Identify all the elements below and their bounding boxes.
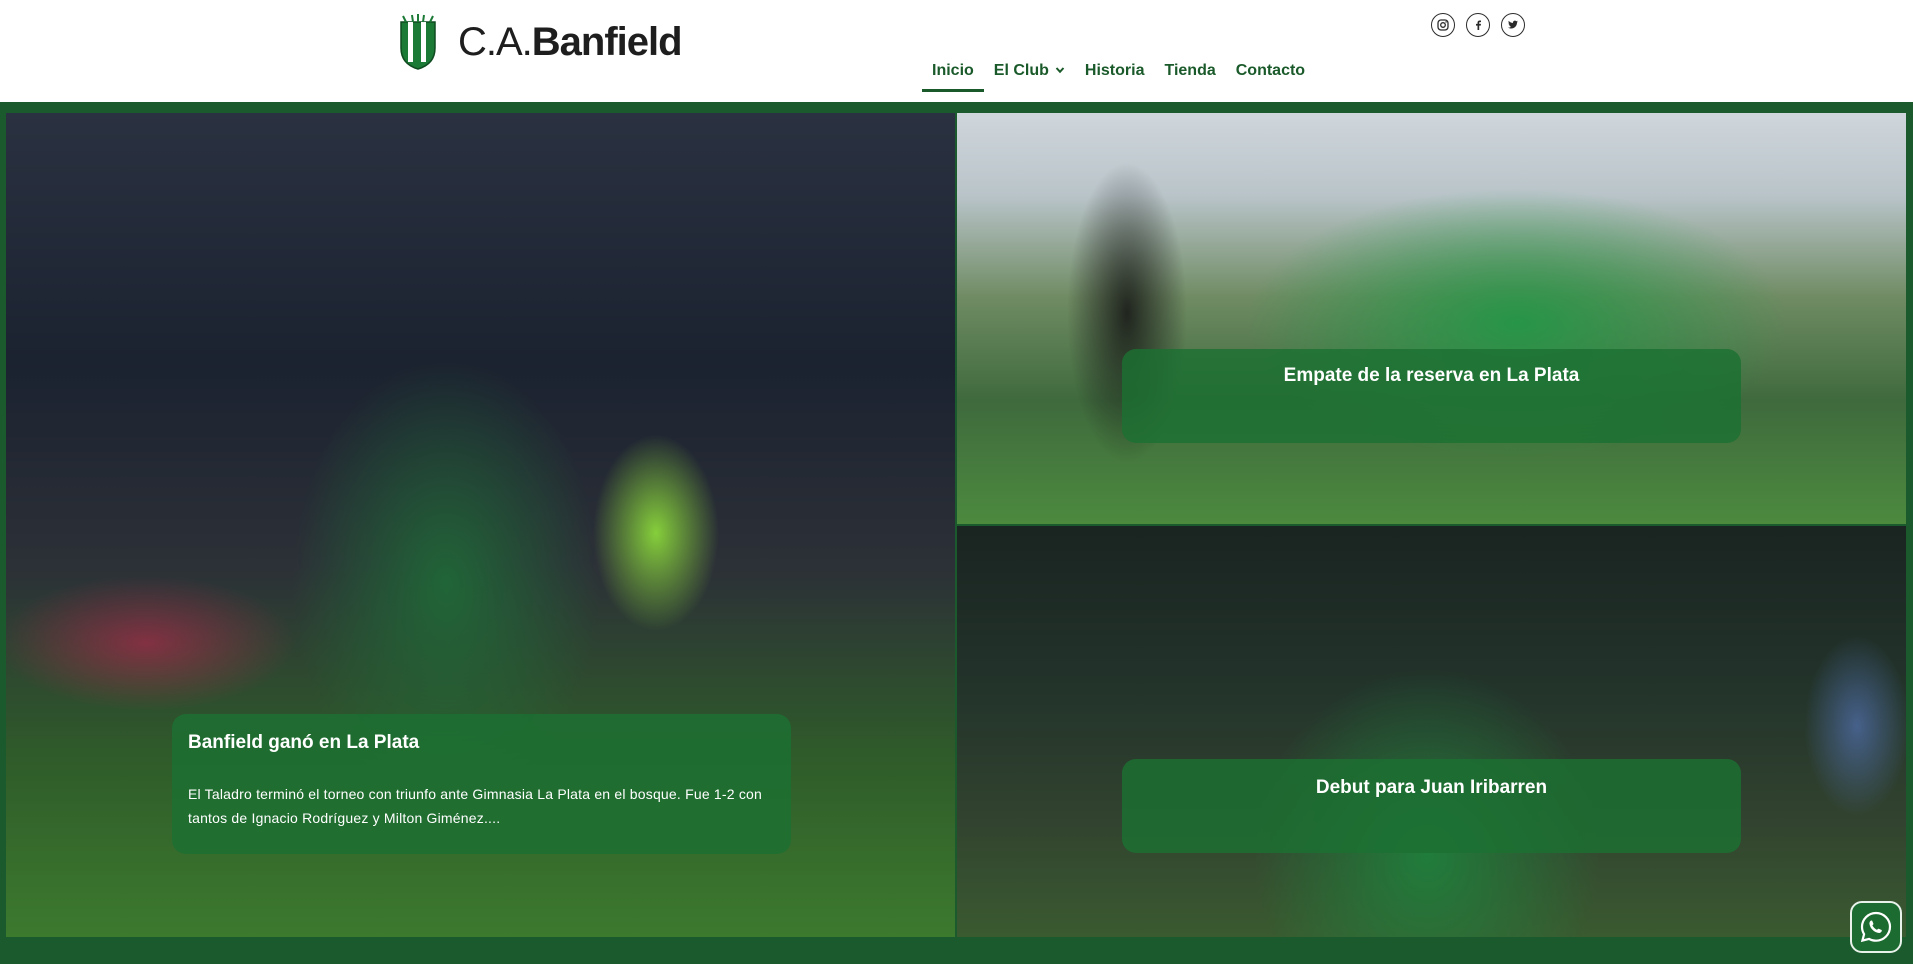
chevron-down-icon [1055, 67, 1065, 74]
club-wordmark: C.A.Banfield [458, 20, 683, 64]
news-caption: Debut para Juan Iribarren [1122, 759, 1741, 853]
facebook-icon[interactable] [1466, 13, 1490, 37]
nav-inicio-label: Inicio [932, 62, 974, 79]
news-caption: Banfield ganó en La Plata El Taladro ter… [172, 714, 791, 854]
nav-el-club[interactable]: El Club [994, 62, 1065, 90]
club-crest-icon [400, 14, 436, 70]
social-links [1431, 13, 1525, 37]
twitter-icon[interactable] [1501, 13, 1525, 37]
site-header: C.A.Banfield Inicio El Club Historia Tie… [0, 0, 1913, 102]
news-card-featured[interactable]: Banfield ganó en La Plata El Taladro ter… [6, 113, 955, 937]
whatsapp-icon [1860, 911, 1892, 943]
news-excerpt: El Taladro terminó el torneo con triunfo… [188, 786, 762, 826]
news-title[interactable]: Debut para Juan Iribarren [1316, 777, 1547, 853]
news-title[interactable]: Banfield ganó en La Plata [188, 732, 775, 754]
news-title[interactable]: Empate de la reserva en La Plata [1284, 365, 1580, 443]
news-card-debut[interactable]: Debut para Juan Iribarren [957, 526, 1906, 937]
nav-tienda[interactable]: Tienda [1164, 62, 1215, 90]
nav-el-club-label: El Club [993, 62, 1049, 79]
instagram-icon[interactable] [1431, 13, 1455, 37]
nav-contacto[interactable]: Contacto [1236, 62, 1305, 90]
nav-historia[interactable]: Historia [1085, 62, 1145, 90]
nav-historia-label: Historia [1084, 62, 1145, 79]
news-caption: Empate de la reserva en La Plata [1122, 349, 1741, 443]
news-grid: Banfield ganó en La Plata El Taladro ter… [0, 102, 1913, 964]
news-photo-player [957, 526, 1906, 937]
club-logo-link[interactable]: C.A.Banfield [398, 14, 683, 70]
news-photo-team-lineup [957, 113, 1906, 524]
nav-tienda-label: Tienda [1164, 62, 1216, 79]
nav-contacto-label: Contacto [1235, 62, 1306, 79]
main-nav: Inicio El Club Historia Tienda Contacto [922, 62, 1325, 92]
news-card-reserve[interactable]: Empate de la reserva en La Plata [957, 113, 1906, 524]
whatsapp-chat-button[interactable] [1850, 901, 1902, 953]
nav-inicio[interactable]: Inicio [922, 62, 984, 92]
